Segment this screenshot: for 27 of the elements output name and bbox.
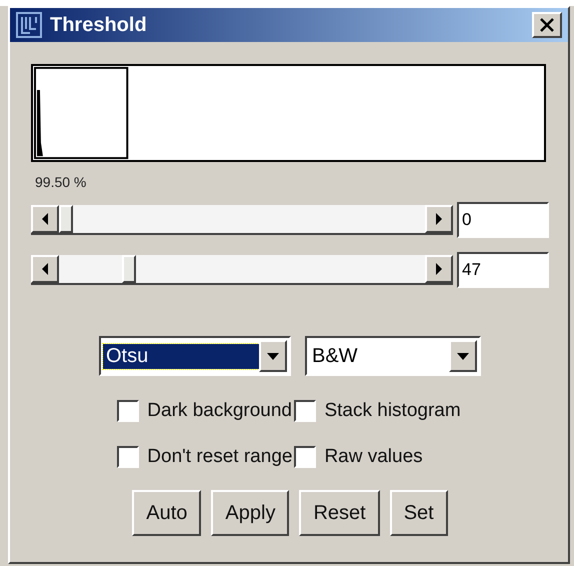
close-button[interactable] — [532, 12, 562, 38]
caret-icon[interactable] — [259, 340, 287, 372]
checkbox[interactable] — [117, 446, 140, 468]
checkbox-label: Stack histogram — [324, 400, 461, 422]
close-icon[interactable] — [539, 18, 555, 32]
percentage-label: 99.50 % — [35, 174, 88, 190]
slider-thumb[interactable] — [59, 205, 73, 233]
action-button[interactable]: Set — [390, 490, 448, 536]
slider-thumb[interactable] — [122, 255, 136, 283]
dropdown[interactable]: Otsu — [99, 336, 291, 376]
value-field[interactable]: 0 — [457, 202, 549, 238]
dropdown[interactable]: B&W — [305, 336, 481, 376]
action-button[interactable]: Auto — [132, 490, 202, 536]
caret-icon[interactable] — [449, 340, 477, 372]
checkbox-label: Don't reset range — [147, 446, 292, 468]
action-button[interactable]: Apply — [211, 490, 290, 536]
action-button[interactable]: Reset — [299, 490, 380, 536]
value-field[interactable]: 47 — [457, 252, 549, 288]
checkbox[interactable] — [294, 446, 316, 468]
checkbox[interactable] — [294, 400, 316, 422]
checkbox[interactable] — [117, 400, 140, 422]
window-title: Threshold — [50, 14, 148, 36]
scrollbar-slider[interactable] — [31, 205, 453, 235]
checkbox-label: Raw values — [324, 446, 423, 468]
app-icon — [16, 12, 42, 38]
scrollbar-slider[interactable] — [31, 255, 453, 285]
checkbox-label: Dark background — [147, 400, 292, 422]
